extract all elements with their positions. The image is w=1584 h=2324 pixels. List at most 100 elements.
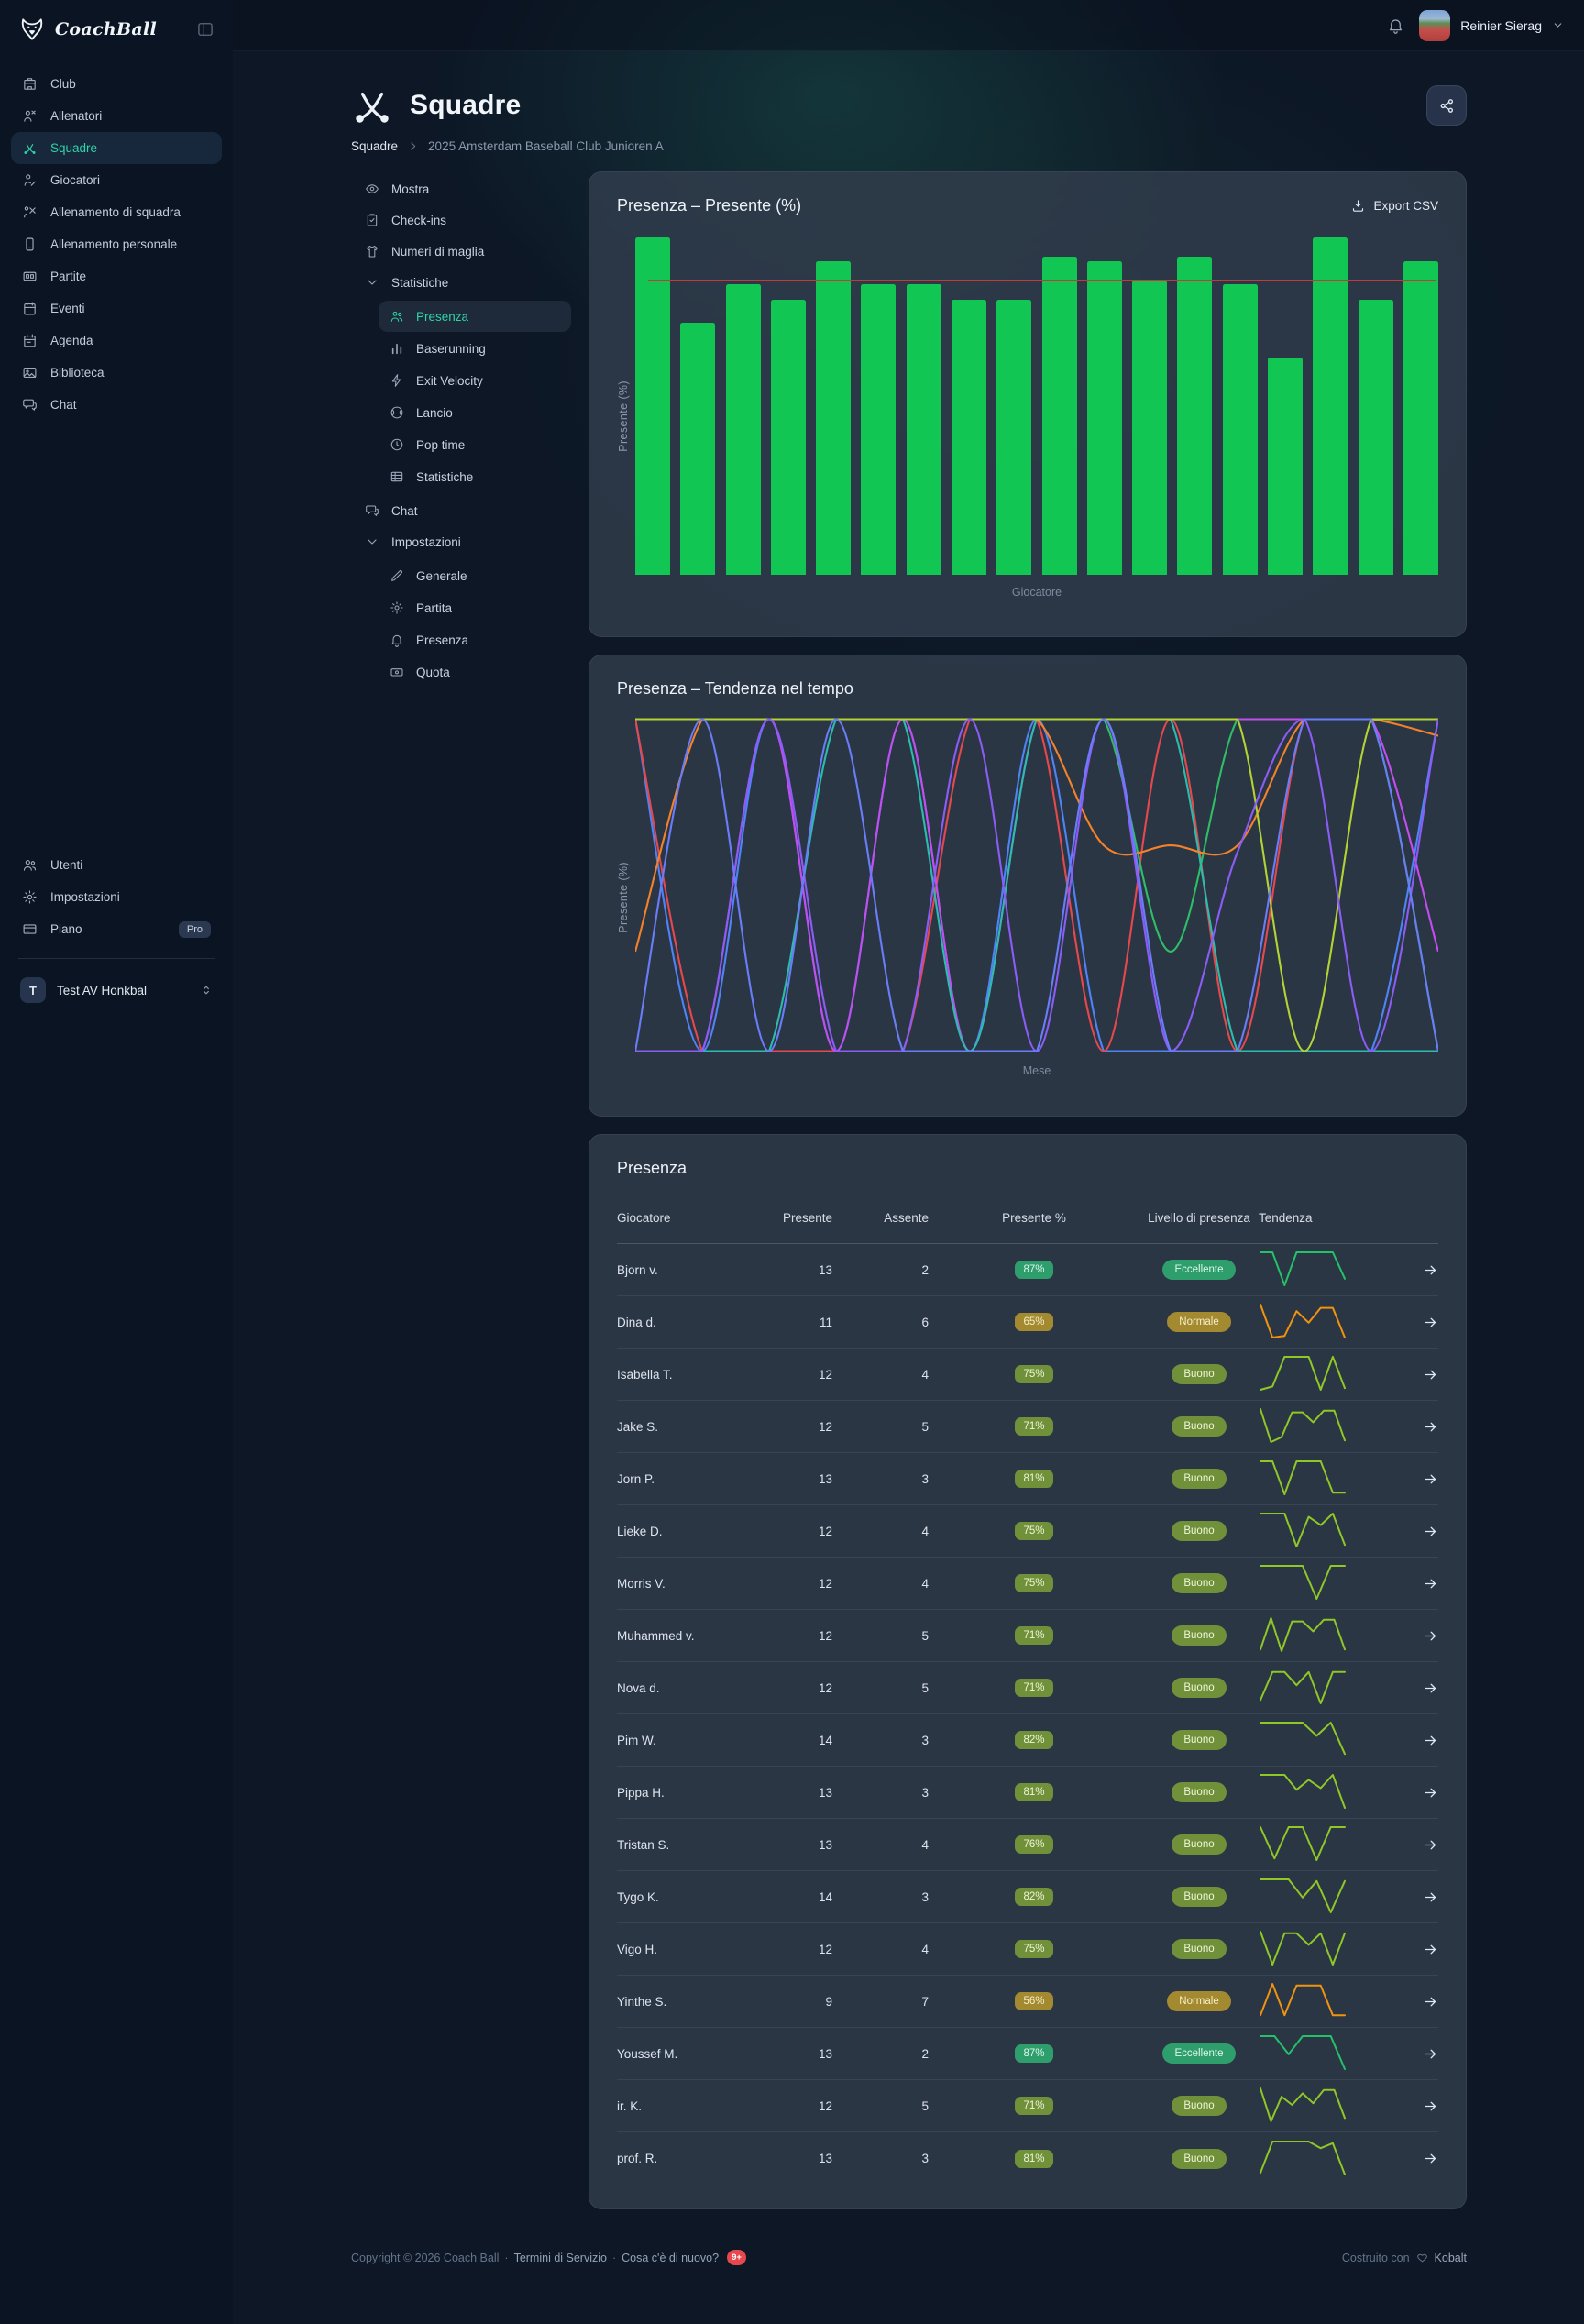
arrow-right-icon[interactable] (1423, 2151, 1438, 2166)
sidebar-item-giocatori[interactable]: Giocatori (11, 164, 222, 196)
arrow-right-icon[interactable] (1423, 2046, 1438, 2062)
table-row-muhammed-v[interactable]: Muhammed v. 12 5 71% Buono (617, 1610, 1438, 1662)
trend-sparkline (1259, 1929, 1347, 1969)
sidebar-item-impostazioni[interactable]: Impostazioni (11, 881, 222, 913)
percent-badge: 82% (1015, 1731, 1052, 1749)
arrow-right-icon[interactable] (1423, 1733, 1438, 1748)
subnav-item-lancio[interactable]: Lancio (379, 397, 571, 428)
crossed-bats-icon (351, 84, 393, 127)
chat-icon (365, 503, 380, 518)
arrow-right-icon[interactable] (1423, 1785, 1438, 1801)
table-row-nova-d[interactable]: Nova d. 12 5 71% Buono (617, 1662, 1438, 1714)
col-tendenza: Tendenza (1259, 1211, 1414, 1225)
notifications-bell-icon[interactable] (1387, 17, 1404, 34)
sidebar-item-allenamento-di-squadra[interactable]: Allenamento di squadra (11, 196, 222, 228)
assente-value: 5 (832, 1629, 929, 1643)
table-row-jake-s[interactable]: Jake S. 12 5 71% Buono (617, 1401, 1438, 1453)
user-menu[interactable]: Reinier Sierag (1419, 10, 1564, 41)
table-row-pim-w[interactable]: Pim W. 14 3 82% Buono (617, 1714, 1438, 1767)
sidebar-item-utenti[interactable]: Utenti (11, 849, 222, 881)
table-row-tristan-s[interactable]: Tristan S. 13 4 76% Buono (617, 1819, 1438, 1871)
arrow-right-icon[interactable] (1423, 1889, 1438, 1905)
player-name: Yinthe S. (617, 1995, 777, 2009)
sidebar-item-squadre[interactable]: Squadre (11, 132, 222, 164)
subnav-item-statistiche[interactable]: Statistiche (351, 267, 571, 298)
pencil-icon (390, 568, 404, 583)
arrow-right-icon[interactable] (1423, 2098, 1438, 2114)
arrow-right-icon[interactable] (1423, 1471, 1438, 1487)
table-row-morris-v[interactable]: Morris V. 12 4 75% Buono (617, 1558, 1438, 1610)
subnav-item-quota[interactable]: Quota (379, 656, 571, 688)
table-row-jorn-p[interactable]: Jorn P. 13 3 81% Buono (617, 1453, 1438, 1505)
subnav-item-generale[interactable]: Generale (379, 560, 571, 591)
sidebar-bottom: Utenti Impostazioni Piano Pro T Test AV … (11, 849, 222, 1008)
subnav-item-mostra[interactable]: Mostra (351, 173, 571, 204)
table-row-ir-k[interactable]: ir. K. 12 5 71% Buono (617, 2080, 1438, 2132)
subnav-item-presenza[interactable]: Presenza (379, 301, 571, 332)
arrow-right-icon[interactable] (1423, 1524, 1438, 1539)
breadcrumb-root[interactable]: Squadre (351, 139, 398, 153)
subnav-item-check-ins[interactable]: Check-ins (351, 204, 571, 236)
trend-sparkline (1259, 1772, 1347, 1812)
table-row-youssef-m[interactable]: Youssef M. 13 2 87% Eccellente (617, 2028, 1438, 2080)
arrow-right-icon[interactable] (1423, 1367, 1438, 1382)
export-csv-button[interactable]: Export CSV (1351, 199, 1438, 213)
trend-sparkline (1259, 1877, 1347, 1917)
arrow-right-icon[interactable] (1423, 1628, 1438, 1644)
sidebar-item-eventi[interactable]: Eventi (11, 292, 222, 325)
subnav-item-impostazioni[interactable]: Impostazioni (351, 526, 571, 557)
line-chart-plot (635, 717, 1438, 1053)
brand-logo[interactable]: CoachBall (18, 16, 157, 43)
subnav-item-baserunning[interactable]: Baserunning (379, 333, 571, 364)
sidebar-item-label: Impostazioni (50, 890, 120, 904)
subnav-item-presenza[interactable]: Presenza (379, 624, 571, 655)
share-button[interactable] (1426, 85, 1467, 126)
sidebar-item-club[interactable]: Club (11, 68, 222, 100)
workspace-switcher[interactable]: T Test AV Honkbal (11, 972, 222, 1008)
main-area: Reinier Sierag Squadre (233, 0, 1584, 2324)
table-row-tygo-k[interactable]: Tygo K. 14 3 82% Buono (617, 1871, 1438, 1923)
table-row-bjorn-v[interactable]: Bjorn v. 13 2 87% Eccellente (617, 1244, 1438, 1296)
sidebar-item-partite[interactable]: Partite (11, 260, 222, 292)
arrow-right-icon[interactable] (1423, 1419, 1438, 1435)
subnav-item-chat[interactable]: Chat (351, 495, 571, 526)
table-row-dina-d[interactable]: Dina d. 11 6 65% Normale (617, 1296, 1438, 1349)
sidebar-item-piano[interactable]: Piano Pro (11, 913, 222, 945)
arrow-right-icon[interactable] (1423, 1315, 1438, 1330)
arrow-right-icon[interactable] (1423, 1942, 1438, 1957)
table-row-isabella-t[interactable]: Isabella T. 12 4 75% Buono (617, 1349, 1438, 1401)
level-badge: Buono (1172, 1469, 1226, 1489)
level-badge: Buono (1172, 1573, 1226, 1593)
sidebar-item-biblioteca[interactable]: Biblioteca (11, 357, 222, 389)
arrow-right-icon[interactable] (1423, 1680, 1438, 1696)
terms-link[interactable]: Termini di Servizio (514, 2252, 607, 2264)
presente-value: 13 (777, 2152, 832, 2165)
subnav-item-pop-time[interactable]: Pop time (379, 429, 571, 460)
sidebar-nav: Club Allenatori Squadre Giocatori Allena… (0, 59, 233, 430)
table-row-lieke-d[interactable]: Lieke D. 12 4 75% Buono (617, 1505, 1438, 1558)
arrow-right-icon[interactable] (1423, 1837, 1438, 1853)
sidebar-item-allenamento-personale[interactable]: Allenamento personale (11, 228, 222, 260)
arrow-right-icon[interactable] (1423, 1994, 1438, 2010)
whats-new-link[interactable]: Cosa c'è di nuovo? (622, 2252, 719, 2264)
sidebar-item-allenatori[interactable]: Allenatori (11, 100, 222, 132)
bar-chart-y-label: Presente (%) (611, 234, 635, 599)
subnav-item-exit-velocity[interactable]: Exit Velocity (379, 365, 571, 396)
subnav-item-statistiche[interactable]: Statistiche (379, 461, 571, 492)
subnav-item-partita[interactable]: Partita (379, 592, 571, 623)
subnav-item-numeri-di-maglia[interactable]: Numeri di maglia (351, 236, 571, 267)
table-row-vigo-h[interactable]: Vigo H. 12 4 75% Buono (617, 1923, 1438, 1976)
table-row-prof-r[interactable]: prof. R. 13 3 81% Buono (617, 2132, 1438, 2185)
presente-value: 12 (777, 1629, 832, 1643)
arrow-right-icon[interactable] (1423, 1262, 1438, 1278)
percent-badge: 81% (1015, 1470, 1052, 1488)
subnav-item-label: Exit Velocity (416, 374, 483, 388)
sidebar-item-agenda[interactable]: Agenda (11, 325, 222, 357)
arrow-right-icon[interactable] (1423, 1576, 1438, 1592)
kobalt-link[interactable]: Kobalt (1435, 2252, 1467, 2264)
sidebar-item-chat[interactable]: Chat (11, 389, 222, 421)
table-row-pippa-h[interactable]: Pippa H. 13 3 81% Buono (617, 1767, 1438, 1819)
bats-icon (22, 140, 38, 156)
sidebar-collapse-icon[interactable] (196, 20, 214, 39)
table-row-yinthe-s[interactable]: Yinthe S. 9 7 56% Normale (617, 1976, 1438, 2028)
